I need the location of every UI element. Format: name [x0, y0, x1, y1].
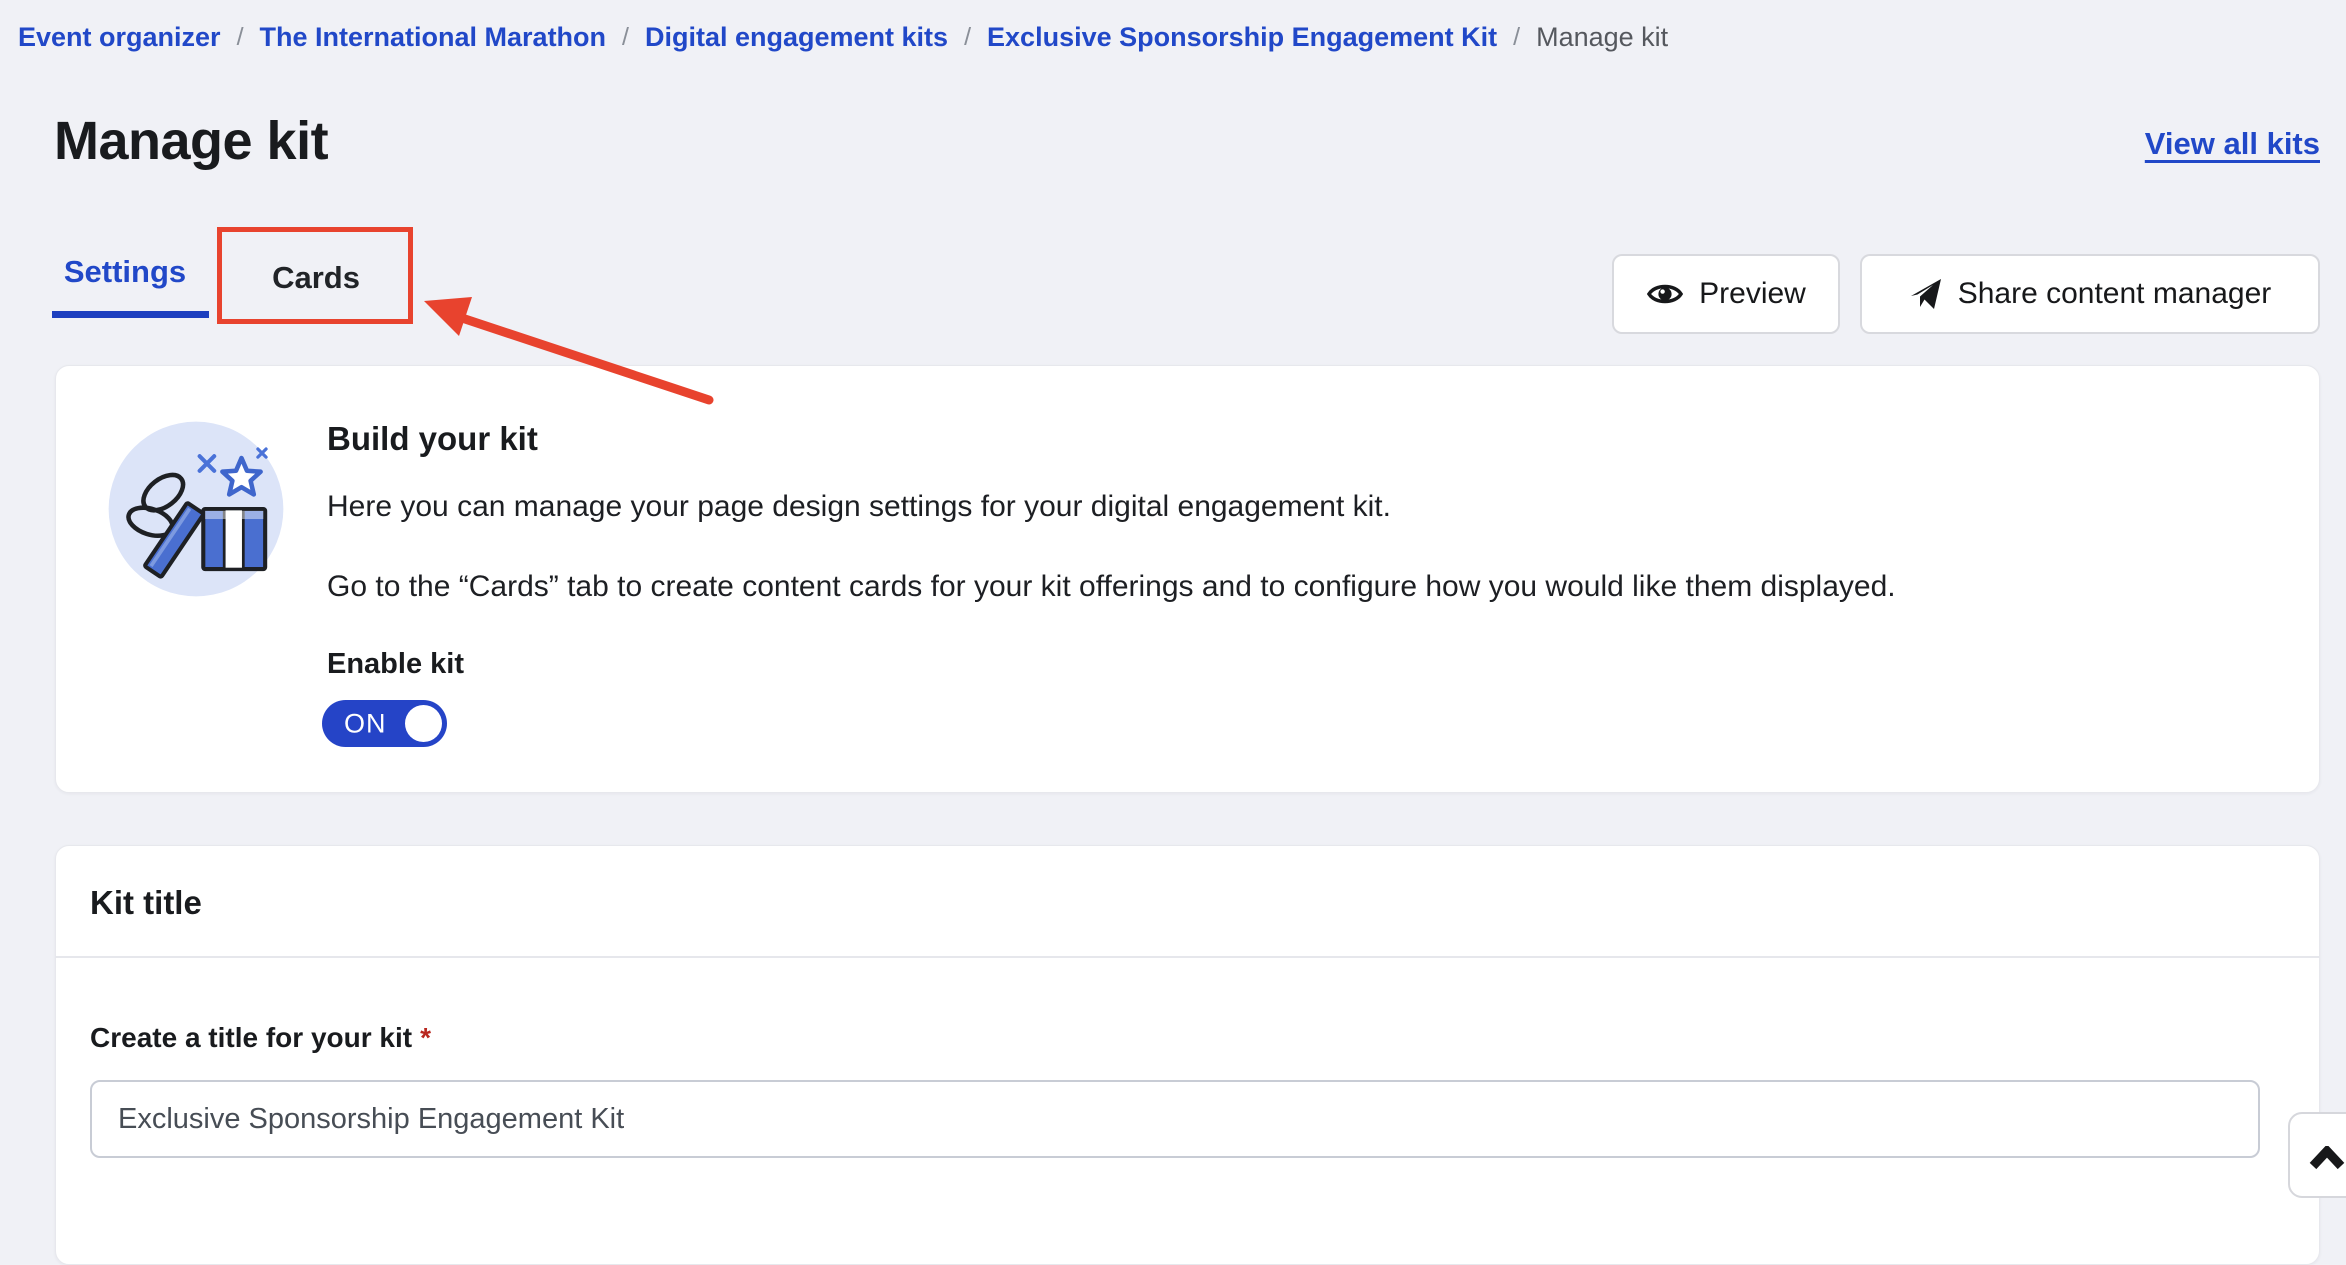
tab-settings-active-underline [52, 311, 209, 318]
share-button-label: Share content manager [1958, 277, 2272, 311]
breadcrumb-item-kit[interactable]: Exclusive Sponsorship Engagement Kit [987, 22, 1497, 53]
breadcrumb: Event organizer / The International Mara… [18, 22, 1668, 53]
toggle-knob [405, 705, 442, 742]
breadcrumb-separator: / [964, 23, 971, 52]
page-title: Manage kit [54, 110, 328, 172]
annotation-highlight-box [217, 227, 413, 324]
tab-settings[interactable]: Settings [55, 256, 195, 287]
breadcrumb-item-digital-engagement-kits[interactable]: Digital engagement kits [645, 22, 948, 53]
kit-title-divider [55, 956, 2320, 958]
toggle-state-label: ON [344, 708, 387, 739]
breadcrumb-separator: / [622, 23, 629, 52]
breadcrumb-item-current: Manage kit [1536, 22, 1668, 53]
breadcrumb-item-event-organizer[interactable]: Event organizer [18, 22, 221, 53]
kit-title-heading: Kit title [90, 884, 202, 922]
preview-button[interactable]: Preview [1612, 254, 1840, 334]
breadcrumb-separator: / [1513, 23, 1520, 52]
scroll-to-top-button[interactable] [2288, 1112, 2346, 1198]
kit-title-card [55, 845, 2320, 1265]
preview-button-label: Preview [1699, 277, 1806, 311]
enable-kit-label: Enable kit [327, 648, 464, 681]
gift-box-icon [105, 418, 287, 600]
share-content-manager-button[interactable]: Share content manager [1860, 254, 2320, 334]
paper-plane-icon [1909, 277, 1943, 311]
build-kit-description-1: Here you can manage your page design set… [327, 490, 1391, 524]
enable-kit-toggle[interactable]: ON [322, 700, 447, 747]
kit-title-field-label: Create a title for your kit * [90, 1022, 431, 1054]
kit-title-input[interactable] [90, 1080, 2260, 1158]
build-kit-title: Build your kit [327, 420, 538, 458]
breadcrumb-separator: / [237, 23, 244, 52]
build-kit-description-2: Go to the “Cards” tab to create content … [327, 570, 1896, 604]
chevron-up-icon [2308, 1146, 2346, 1170]
eye-icon [1646, 280, 1684, 308]
breadcrumb-item-event[interactable]: The International Marathon [260, 22, 607, 53]
required-asterisk: * [420, 1022, 431, 1053]
view-all-kits-link[interactable]: View all kits [2145, 126, 2320, 162]
field-label-text: Create a title for your kit [90, 1022, 412, 1053]
